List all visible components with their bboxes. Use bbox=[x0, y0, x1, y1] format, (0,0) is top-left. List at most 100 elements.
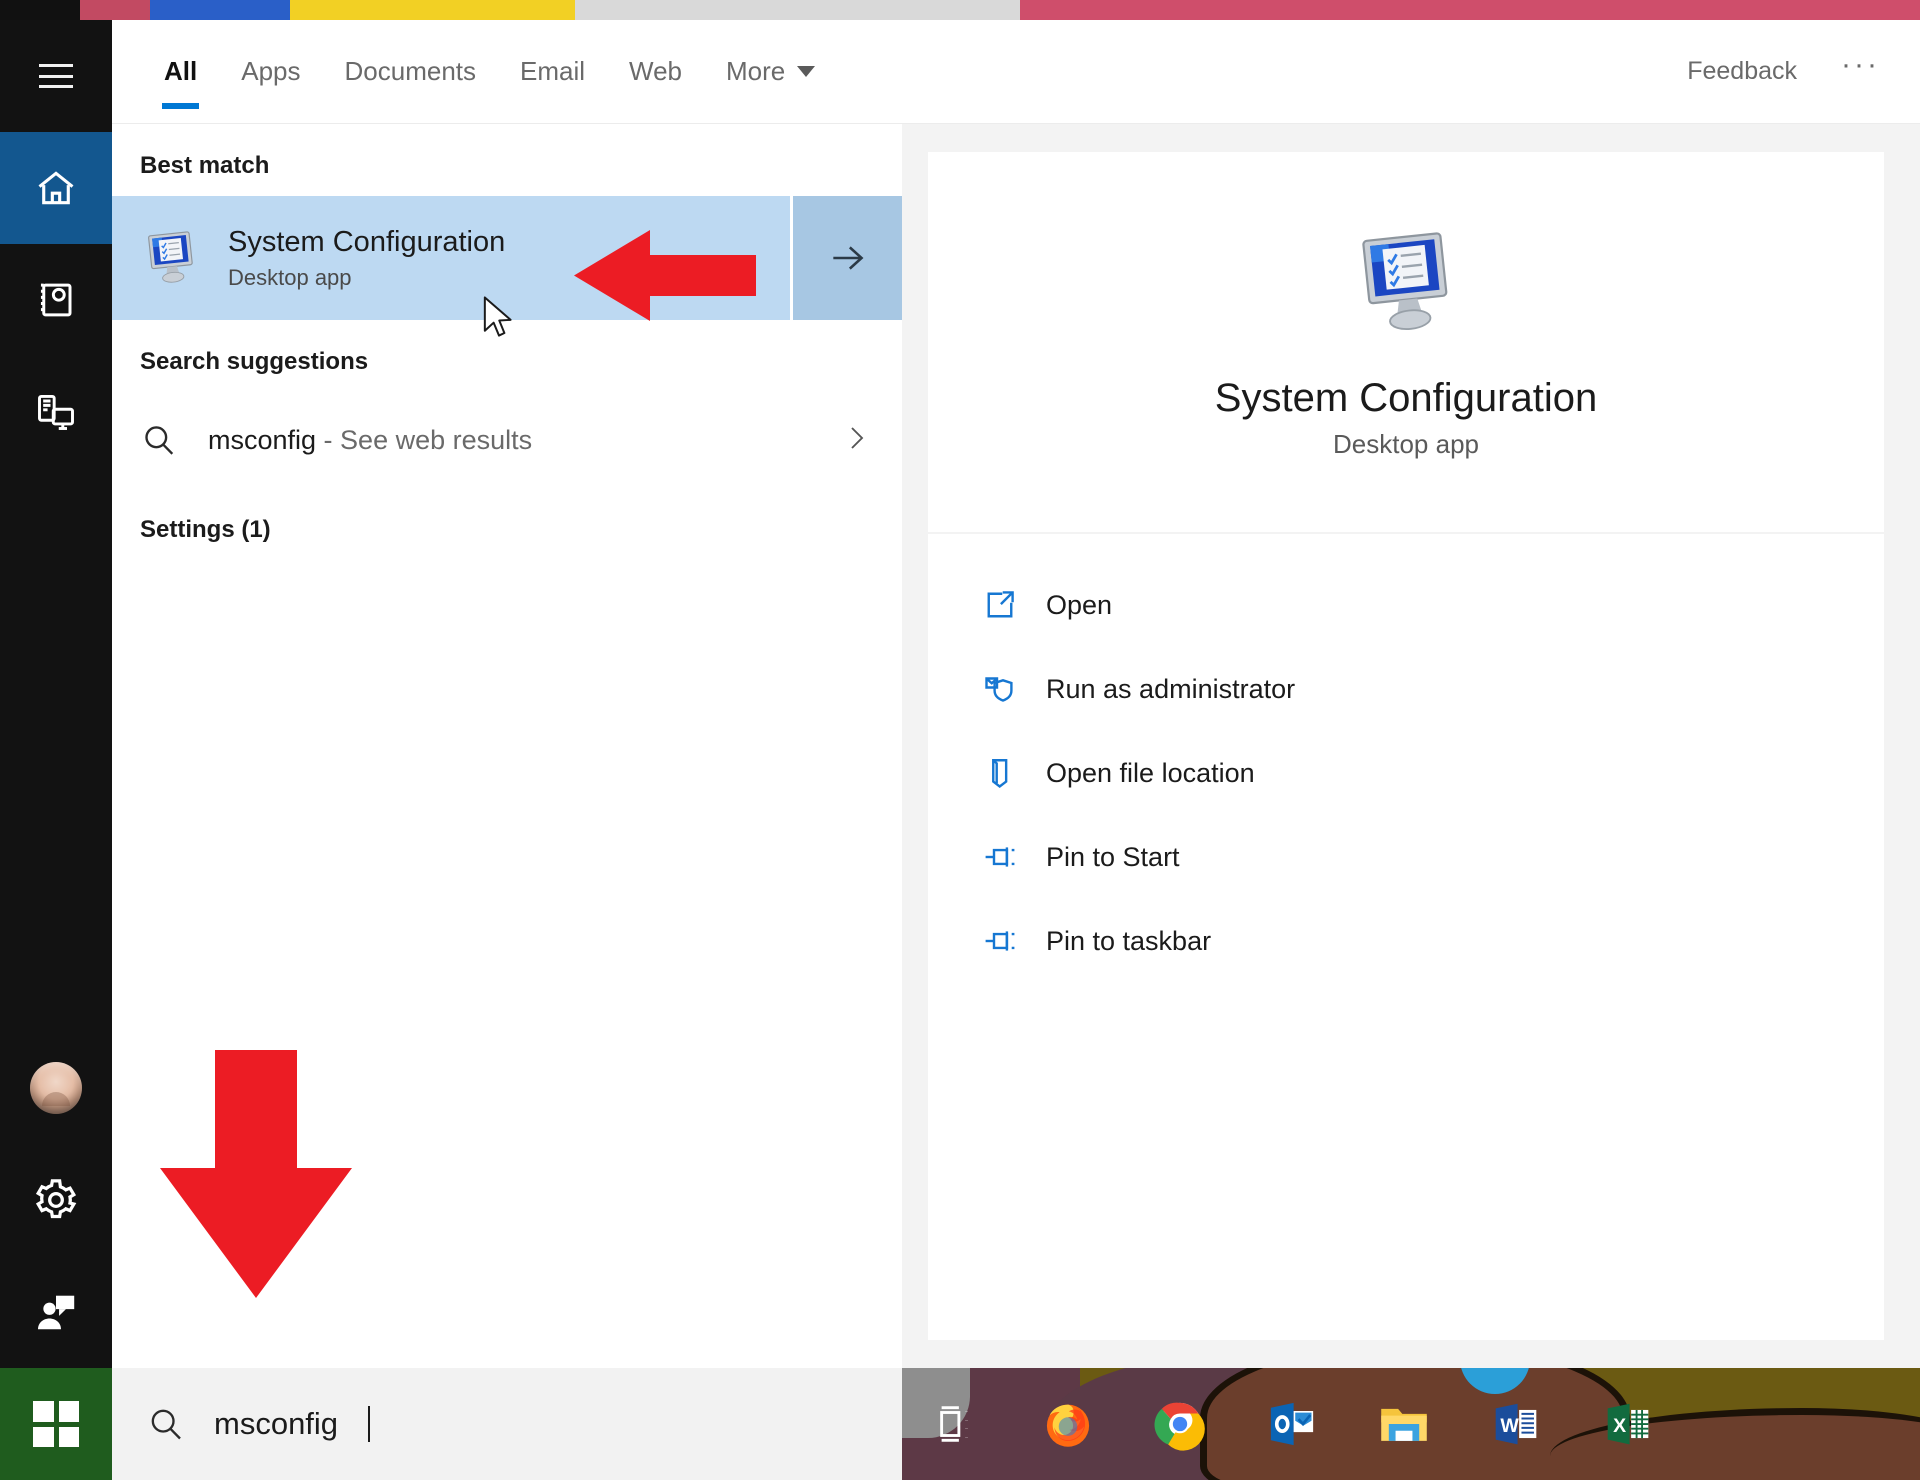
search-left-rail bbox=[0, 20, 112, 1368]
sidebar-item-feedback[interactable] bbox=[0, 1256, 112, 1368]
hamburger-icon bbox=[39, 64, 73, 88]
gear-icon bbox=[35, 1179, 77, 1219]
devices-icon bbox=[38, 394, 74, 430]
tab-more[interactable]: More bbox=[704, 20, 837, 123]
tab-all[interactable]: All bbox=[142, 20, 219, 123]
search-suggestion-query: msconfig bbox=[208, 424, 317, 455]
action-open-file-location[interactable]: Open file location bbox=[968, 736, 1884, 810]
preview-column: System Configuration Desktop app Open Ru… bbox=[902, 124, 1920, 1368]
tab-web-label: Web bbox=[629, 56, 683, 86]
more-options-button[interactable]: ··· bbox=[1841, 49, 1880, 94]
taskbar-item-file-explorer[interactable] bbox=[1348, 1368, 1460, 1480]
taskbar-item-word[interactable]: W bbox=[1460, 1368, 1572, 1480]
action-pin-to-start[interactable]: Pin to Start bbox=[968, 820, 1884, 894]
best-match-text: System Configuration Desktop app bbox=[228, 226, 505, 291]
tab-apps-label: Apps bbox=[241, 56, 301, 86]
system-configuration-icon bbox=[1362, 232, 1448, 330]
search-flyout: All Apps Documents Email Web More Feedba… bbox=[112, 20, 1920, 1368]
preview-app-subtitle: Desktop app bbox=[1333, 429, 1479, 459]
start-button[interactable] bbox=[0, 1368, 112, 1480]
tab-email[interactable]: Email bbox=[498, 20, 607, 123]
taskbar-item-excel[interactable]: X bbox=[1572, 1368, 1684, 1480]
search-suggestion-item[interactable]: msconfig - See web results bbox=[112, 392, 902, 488]
action-pin-to-taskbar[interactable]: Pin to taskbar bbox=[968, 904, 1884, 978]
text-caret bbox=[368, 1406, 371, 1442]
preview-action-list: Open Run as administrator Open file loca… bbox=[928, 534, 1884, 1340]
taskbar: W X bbox=[900, 1368, 1684, 1480]
sidebar-item-devices[interactable] bbox=[0, 356, 112, 468]
action-open-label: Open bbox=[1046, 589, 1113, 620]
taskbar-item-firefox[interactable] bbox=[1012, 1368, 1124, 1480]
tab-apps[interactable]: Apps bbox=[219, 20, 322, 123]
outlook-icon bbox=[1270, 1402, 1314, 1446]
pin-icon bbox=[985, 847, 1015, 867]
arrow-right-icon bbox=[832, 246, 863, 270]
tab-documents[interactable]: Documents bbox=[323, 20, 499, 123]
search-input-value: msconfig bbox=[214, 1406, 339, 1441]
photo-book-icon bbox=[40, 283, 72, 317]
preview-app-card: System Configuration Desktop app bbox=[928, 152, 1884, 532]
best-match-main[interactable]: System Configuration Desktop app bbox=[112, 196, 790, 320]
best-match-subtitle: Desktop app bbox=[228, 264, 352, 290]
taskbar-item-outlook[interactable] bbox=[1236, 1368, 1348, 1480]
tab-list: All Apps Documents Email Web More bbox=[112, 20, 837, 123]
preview-app-title: System Configuration bbox=[1214, 376, 1598, 420]
shield-run-icon bbox=[985, 677, 1013, 702]
taskbar-item-chrome[interactable] bbox=[1124, 1368, 1236, 1480]
search-suggestions-heading: Search suggestions bbox=[140, 348, 369, 375]
svg-text:W: W bbox=[1500, 1415, 1519, 1437]
windows-logo-icon bbox=[33, 1401, 79, 1447]
wallpaper-band-top-1 bbox=[80, 0, 150, 20]
chrome-icon bbox=[1154, 1402, 1205, 1451]
sidebar-item-settings[interactable] bbox=[0, 1144, 112, 1256]
search-input[interactable]: msconfig bbox=[112, 1368, 902, 1480]
folder-location-icon bbox=[992, 759, 1008, 789]
best-match-heading: Best match bbox=[140, 152, 270, 179]
best-match-go-button[interactable] bbox=[790, 196, 902, 320]
word-icon: W bbox=[1495, 1403, 1537, 1445]
firefox-icon bbox=[1046, 1404, 1090, 1447]
pin-icon bbox=[985, 931, 1015, 951]
taskbar-item-task-view[interactable] bbox=[900, 1368, 1012, 1480]
action-open[interactable]: Open bbox=[968, 568, 1884, 642]
action-run-as-administrator-label: Run as administrator bbox=[1046, 673, 1296, 704]
chevron-down-icon bbox=[797, 66, 816, 77]
search-suggestion-suffix: - See web results bbox=[316, 424, 533, 455]
sidebar-item-home[interactable] bbox=[0, 132, 112, 244]
tab-more-label: More bbox=[726, 56, 786, 86]
tab-web[interactable]: Web bbox=[607, 20, 704, 123]
tab-email-label: Email bbox=[520, 56, 586, 86]
best-match-result-row[interactable]: System Configuration Desktop app bbox=[112, 196, 902, 320]
tab-documents-label: Documents bbox=[344, 56, 477, 86]
tab-all-label: All bbox=[164, 56, 198, 86]
wallpaper-band-top-5 bbox=[1020, 0, 1920, 20]
action-run-as-administrator[interactable]: Run as administrator bbox=[968, 652, 1884, 726]
action-pin-to-taskbar-label: Pin to taskbar bbox=[1046, 925, 1212, 956]
wallpaper-band-top-4 bbox=[575, 0, 1020, 20]
search-icon bbox=[151, 1409, 181, 1440]
results-column: Best match System Configuration Desktop … bbox=[112, 124, 902, 1368]
task-view-icon bbox=[940, 1406, 968, 1442]
feedback-button[interactable]: Feedback bbox=[1687, 57, 1797, 86]
sidebar-item-collections[interactable] bbox=[0, 244, 112, 356]
search-body: Best match System Configuration Desktop … bbox=[112, 124, 1920, 1368]
action-pin-to-start-label: Pin to Start bbox=[1046, 841, 1180, 872]
wallpaper-band-top-3 bbox=[290, 0, 575, 22]
sidebar-item-account[interactable] bbox=[0, 1032, 112, 1144]
search-icon bbox=[145, 426, 174, 455]
hamburger-menu-button[interactable] bbox=[0, 20, 112, 132]
settings-heading: Settings (1) bbox=[140, 516, 271, 543]
action-open-file-location-label: Open file location bbox=[1046, 757, 1255, 788]
best-match-title: System Configuration bbox=[228, 225, 506, 258]
home-icon bbox=[38, 171, 74, 205]
search-suggestion-text: msconfig - See web results bbox=[208, 425, 532, 456]
chevron-right-icon bbox=[840, 422, 872, 459]
file-explorer-icon bbox=[1381, 1408, 1427, 1441]
system-configuration-icon bbox=[148, 231, 193, 283]
avatar bbox=[30, 1062, 82, 1114]
svg-text:X: X bbox=[1613, 1415, 1626, 1437]
open-external-icon bbox=[987, 591, 1014, 618]
search-tabbar: All Apps Documents Email Web More Feedba… bbox=[112, 20, 1920, 124]
header-right-actions: Feedback ··· bbox=[1687, 20, 1920, 123]
excel-icon: X bbox=[1607, 1403, 1649, 1445]
